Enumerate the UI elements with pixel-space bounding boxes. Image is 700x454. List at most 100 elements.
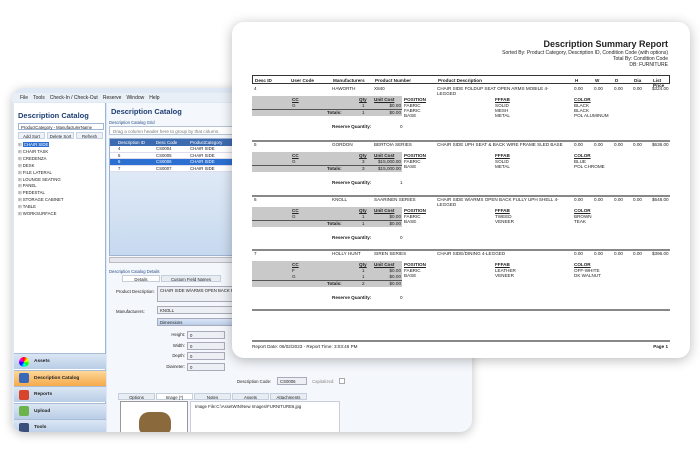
report-cell: CHAIR SIDE UPH SEAT & BACK WIRE FRAME SL… <box>437 142 563 147</box>
dimension-field[interactable]: 0 <box>187 352 225 360</box>
dimension-label: Height: <box>171 332 185 337</box>
qty-value: 1 <box>362 214 365 219</box>
report-header-row: Desc ID User Code Manufacturers Product Num… <box>252 75 670 88</box>
qty-value: 1 <box>362 274 365 279</box>
tree-item[interactable]: CREDENZA <box>18 156 64 163</box>
tree-item[interactable]: PANEL <box>18 183 64 190</box>
menu-file[interactable]: File <box>20 95 28 101</box>
position-header: POSITION <box>404 262 426 267</box>
color-header: COLOR <box>574 97 591 102</box>
report-cell: SIREN SERIES <box>374 251 407 256</box>
tab-details[interactable]: Details <box>122 275 160 282</box>
tree-item[interactable]: CHAIR TASK <box>18 149 64 156</box>
report-cell: KNOLL <box>332 197 348 202</box>
image-file-path: Image File:C:\AssetWIN\New Images\FURNIT… <box>195 404 302 409</box>
tab-attachments[interactable]: Attachments <box>270 393 307 400</box>
tab-options[interactable]: Options <box>118 393 155 400</box>
tab-assets[interactable]: Assets <box>232 393 269 400</box>
option-value: DK WALNUT <box>574 273 601 278</box>
menu-help[interactable]: Help <box>149 95 159 101</box>
totals-cost: $15,000.00 <box>378 166 401 171</box>
menu-checkin[interactable]: Check-In / Check-Out <box>50 95 98 101</box>
nav-upload-icon <box>19 406 29 416</box>
report-cell: SAARINEN SERIES <box>374 197 416 202</box>
tree-item-label: CHAIR SIDE <box>22 142 50 147</box>
nav-label: Upload <box>34 408 51 414</box>
cc-header: CC <box>292 208 299 213</box>
fffab-header: FFFAB <box>495 97 510 102</box>
report-cell: $636.00 <box>652 142 669 147</box>
position-header: POSITION <box>404 97 426 102</box>
report-col-header: Product Number <box>375 77 411 83</box>
nav-tools-icon <box>19 422 29 432</box>
nav-label: Tools <box>34 425 47 430</box>
tree-item[interactable]: LOUNGE SEATING <box>18 177 64 184</box>
dimension-field[interactable]: 0 <box>187 331 225 339</box>
tree-item-label: CHAIR TASK <box>22 148 49 154</box>
report-cell: 0.00 <box>594 197 603 202</box>
tree-item[interactable]: FILE LATERAL <box>18 170 64 177</box>
cc-value: G <box>292 159 296 164</box>
qty-header: Qty <box>359 262 367 267</box>
col-description-id[interactable]: Description ID <box>116 139 156 146</box>
dimension-field[interactable]: 0 <box>187 341 225 350</box>
dimension-label: Diameter: <box>166 363 185 369</box>
menu-tools[interactable]: Tools <box>33 95 45 101</box>
tree-item-label: CREDENZA <box>22 155 47 161</box>
product-description-label: Product Description: <box>116 289 155 294</box>
delete-sort-button[interactable]: Delete Sort <box>47 132 74 139</box>
report-cell: 0.00 <box>633 142 642 147</box>
report-cell: GORDON <box>332 142 353 147</box>
option-value: BASE <box>404 273 417 278</box>
tree-item[interactable]: STORAGE CABINET <box>18 197 64 204</box>
tree-item[interactable]: DESK <box>18 163 64 170</box>
nav-reports[interactable]: Reports <box>14 386 106 402</box>
chair-image <box>120 401 188 432</box>
fffab-header: FFFAB <box>495 153 510 158</box>
reserve-value: 0 <box>400 295 403 300</box>
report-cell: CHAIR SIDE FOLDUP SEAT OPEN ARMS MOBILE … <box>437 86 549 96</box>
cost-value: $15,000.00 <box>378 159 401 164</box>
menu-reserve[interactable]: Reserve <box>103 95 122 101</box>
tab-image[interactable]: Image (*) <box>156 393 193 400</box>
menu-window[interactable]: Window <box>126 95 144 101</box>
refresh-button[interactable]: Refresh <box>76 132 103 139</box>
unit-cost-header: Unit Cost <box>374 208 395 213</box>
tree-item[interactable]: PEDESTAL <box>18 190 64 197</box>
reserve-label: Reserve Quantity: <box>332 124 372 129</box>
horizontal-scrollbar[interactable] <box>109 257 249 263</box>
cc-header: CC <box>292 153 299 158</box>
color-header: COLOR <box>574 153 591 158</box>
report-cell: 6 <box>254 197 257 202</box>
report-cell: BERTOIA SERIES <box>374 142 412 147</box>
tree-item[interactable]: CHAIR SIDE <box>18 142 64 149</box>
tree-item-label: DESK <box>22 162 35 168</box>
nav-assets[interactable]: Assets <box>14 353 106 369</box>
dimension-field[interactable]: 0 <box>187 362 225 371</box>
report-cell: 5 <box>254 142 257 147</box>
tree-item-label: WORKSURFACE <box>22 211 57 217</box>
tree-item[interactable]: TABLE <box>18 204 64 211</box>
desc-code-field[interactable]: CS0006 <box>277 377 307 385</box>
sort-select[interactable]: ProductCategory - ManufacturerName <box>18 123 104 130</box>
totals-label: Totals: <box>327 166 342 171</box>
col-desc-code[interactable]: Desc Code <box>156 139 190 146</box>
add-sort-button[interactable]: Add Sort <box>18 132 45 139</box>
option-value: POL CHROME <box>574 164 605 169</box>
group-by-area[interactable]: Drag a column header here to group by th… <box>109 126 244 135</box>
nav-upload[interactable]: Upload <box>14 402 106 419</box>
nav-tools[interactable]: Tools <box>14 419 106 432</box>
grid-row[interactable]: 7 CS0007 CHAIR SIDE <box>110 165 248 172</box>
cost-table: CC Qty Unit Cost G 1 $0.00 Totals: 1 $0.00 <box>252 96 402 116</box>
nav-description-catalog[interactable]: Description Catalog <box>14 369 106 386</box>
tab-notes[interactable]: Notes <box>194 393 231 400</box>
reserve-value: 0 <box>400 124 403 129</box>
capitalized-checkbox[interactable] <box>339 378 345 384</box>
tab-custom-field-names[interactable]: Custom Field Names <box>161 275 221 282</box>
tree-item[interactable]: WORKSURFACE <box>18 211 64 218</box>
totals-cost: $0.00 <box>389 110 402 115</box>
option-value: VENEER <box>495 273 514 278</box>
grid-cell: CS0005 <box>156 152 172 158</box>
report-cell: $648.00 <box>652 197 669 202</box>
qty-value: 3 <box>362 159 365 164</box>
